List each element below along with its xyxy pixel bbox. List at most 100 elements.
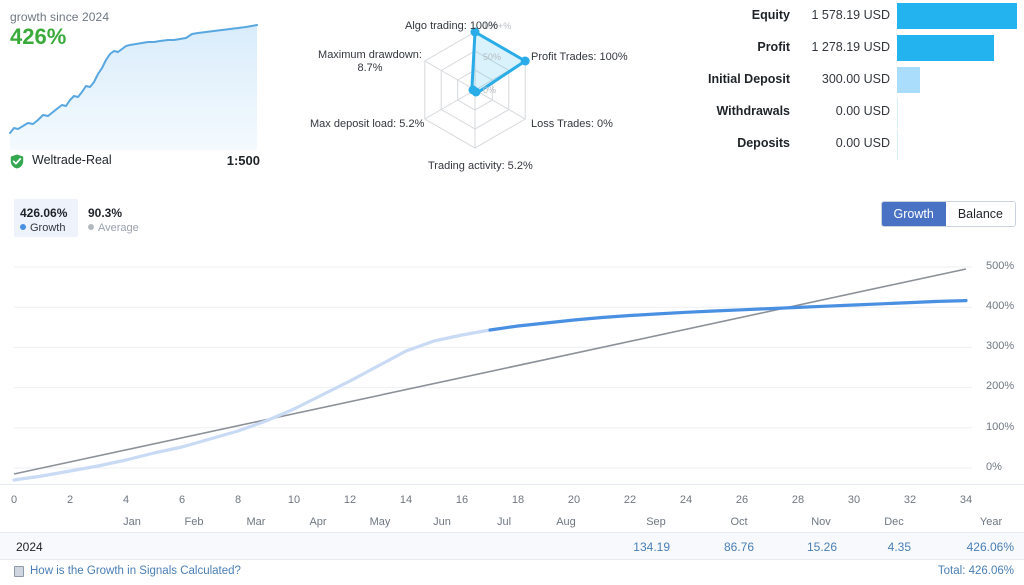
account-row: Weltrade-Real 1:500: [10, 153, 260, 173]
table-cell-year: 426.06%: [966, 540, 1014, 554]
growth-calculation-link[interactable]: How is the Growth in Signals Calculated?: [30, 565, 241, 577]
stat-row-profit: Profit 1 278.19 USD: [690, 34, 1024, 66]
stat-label: Deposits: [737, 136, 790, 150]
month-tick-nov: Nov: [811, 516, 831, 528]
table-cell-sep: 134.19: [633, 540, 670, 554]
stat-label: Profit: [757, 40, 790, 54]
month-tick-sep: Sep: [646, 516, 666, 528]
growth-sparkline-card: growth since 2024 426% Weltrade-Real 1:5…: [0, 0, 268, 180]
month-tick-jun: Jun: [433, 516, 451, 528]
growth-chart-area: 500% 400% 300% 200% 100% 0% 0 2 4 6 8 10…: [0, 245, 1024, 530]
x-tick: 28: [791, 494, 805, 506]
y-tick-200: 200%: [986, 380, 1015, 392]
legend-growth-label: Growth: [20, 222, 67, 234]
stat-bar: [897, 35, 994, 61]
radar-tick-inner: 0%: [483, 85, 496, 95]
y-tick-500: 500%: [986, 260, 1015, 272]
stat-row-deposits: Deposits 0.00 USD: [690, 130, 1024, 162]
x-tick: 0: [10, 494, 18, 506]
x-tick: 30: [847, 494, 861, 506]
legend-item-average[interactable]: 90.3% Average: [88, 206, 139, 234]
month-tick-jan: Jan: [123, 516, 141, 528]
chart-legend-row: 426.06% Growth 90.3% Average Growth Bala…: [0, 197, 1024, 243]
toggle-growth-button[interactable]: Growth: [881, 202, 946, 226]
account-leverage: 1:500: [226, 153, 260, 168]
x-tick: 14: [399, 494, 413, 506]
info-book-icon: [14, 566, 24, 577]
chart-mode-toggle[interactable]: Growth Balance: [880, 201, 1016, 227]
top-summary-section: growth since 2024 426% Weltrade-Real 1:5…: [0, 0, 1024, 180]
month-tick-aug: Aug: [556, 516, 576, 528]
radar-label-loss-trades: Loss Trades: 0%: [531, 118, 613, 130]
legend-item-growth[interactable]: 426.06% Growth: [20, 206, 67, 234]
table-cell-dec: 4.35: [887, 540, 911, 554]
radar-label-maximum-drawdown: Maximum drawdown: 8.7%: [315, 49, 425, 75]
x-tick: 18: [511, 494, 525, 506]
stat-label: Equity: [751, 8, 790, 22]
stat-row-initial-deposit: Initial Deposit 300.00 USD: [690, 66, 1024, 98]
growth-since-label: growth since 2024: [10, 10, 110, 24]
account-name: Weltrade-Real: [32, 153, 112, 167]
table-row-year: 2024: [16, 540, 43, 554]
legend-average-text: Average: [98, 222, 139, 234]
month-tick-feb: Feb: [184, 516, 204, 528]
x-tick: 12: [343, 494, 357, 506]
table-row: 2024 134.19 86.76 15.26 4.35 426.06%: [0, 532, 1024, 560]
chart-footer: How is the Growth in Signals Calculated?…: [0, 563, 1024, 585]
signal-growth-page: growth since 2024 426% Weltrade-Real 1:5…: [0, 0, 1024, 585]
x-tick: 22: [623, 494, 637, 506]
table-cell-nov: 15.26: [806, 540, 837, 554]
stat-bar: [897, 3, 1017, 29]
stat-label: Withdrawals: [716, 104, 790, 118]
stat-value: 1 578.19 USD: [811, 8, 890, 22]
verified-shield-icon: [10, 154, 24, 174]
stat-bar: [897, 98, 898, 128]
stat-value: 1 278.19 USD: [811, 40, 890, 54]
radar-label-maximum-drawdown-line1: Maximum drawdown:: [318, 49, 422, 61]
x-tick: 20: [567, 494, 581, 506]
stat-bar: [897, 130, 898, 160]
stat-row-equity: Equity 1 578.19 USD: [690, 2, 1024, 34]
x-tick: 8: [234, 494, 242, 506]
growth-chart-svg: [0, 266, 1024, 485]
legend-average-value: 90.3%: [88, 206, 123, 220]
legend-average-dot-icon: [88, 224, 94, 230]
month-tick-mar: Mar: [246, 516, 266, 528]
month-tick-jul: Jul: [496, 516, 512, 528]
legend-average-label: Average: [88, 222, 139, 234]
x-tick: 16: [455, 494, 469, 506]
footer-total: Total: 426.06%: [937, 565, 1014, 577]
x-tick: 34: [959, 494, 973, 506]
growth-percent-value: 426%: [10, 24, 67, 49]
stat-value: 0.00 USD: [835, 136, 890, 150]
month-tick-year: Year: [979, 516, 1003, 528]
y-tick-400: 400%: [986, 300, 1015, 312]
radar-label-trading-activity: Trading activity: 5.2%: [428, 160, 533, 172]
legend-growth-dot-icon: [20, 224, 26, 230]
radar-chart-card: 100+% 50% 0% Algo trading: 100% Profit T…: [290, 0, 680, 180]
month-tick-may: May: [369, 516, 391, 528]
month-tick-apr: Apr: [309, 516, 327, 528]
x-tick: 4: [122, 494, 130, 506]
account-stats-panel: Equity 1 578.19 USD Profit 1 278.19 USD …: [690, 0, 1024, 170]
radar-tick-mid: 50%: [483, 52, 501, 62]
stat-row-withdrawals: Withdrawals 0.00 USD: [690, 98, 1024, 130]
month-tick-oct: Oct: [730, 516, 748, 528]
radar-label-algo-trading: Algo trading: 100%: [405, 20, 498, 32]
x-tick: 6: [178, 494, 186, 506]
stat-value: 0.00 USD: [835, 104, 890, 118]
y-tick-100: 100%: [986, 421, 1015, 433]
x-tick: 26: [735, 494, 749, 506]
x-tick: 10: [287, 494, 301, 506]
stat-bar: [897, 67, 920, 93]
radar-label-max-deposit-load: Max deposit load: 5.2%: [310, 118, 425, 130]
x-tick: 32: [903, 494, 917, 506]
legend-growth-text: Growth: [30, 222, 66, 234]
x-tick: 24: [679, 494, 693, 506]
y-tick-0: 0%: [986, 461, 1002, 473]
table-cell-oct: 86.76: [723, 540, 754, 554]
toggle-balance-button[interactable]: Balance: [945, 202, 1015, 226]
legend-growth-value: 426.06%: [20, 206, 68, 220]
stat-value: 300.00 USD: [821, 72, 890, 86]
month-tick-dec: Dec: [884, 516, 904, 528]
